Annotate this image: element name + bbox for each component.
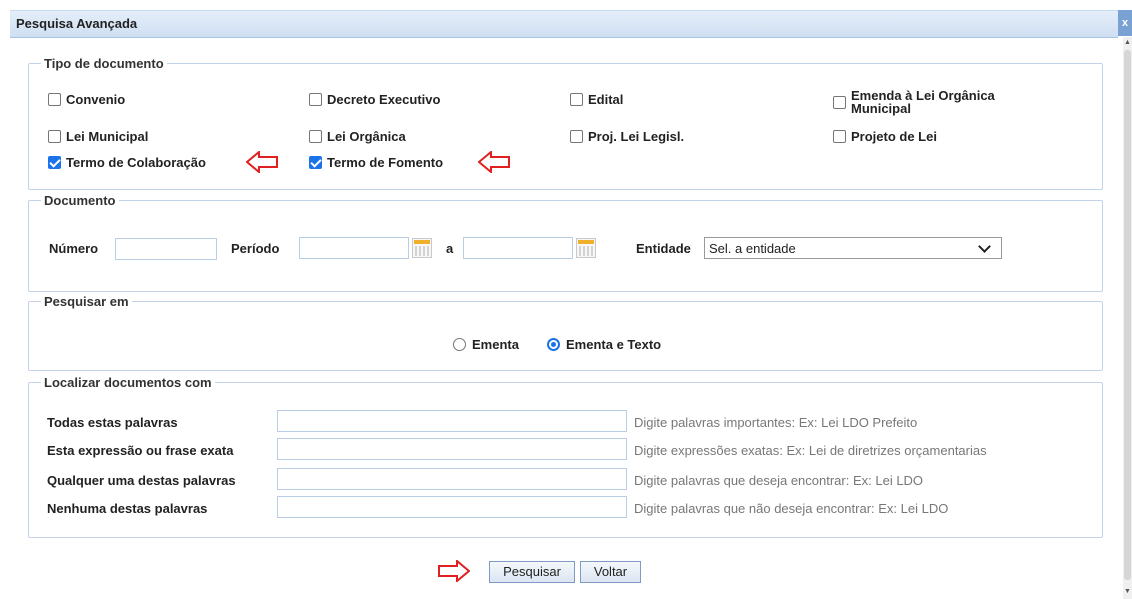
periodo-fim-input[interactable]: [463, 237, 573, 259]
scroll-down-icon[interactable]: ▼: [1123, 586, 1132, 598]
entidade-selected-value: Sel. a entidade: [709, 240, 796, 256]
qualquer-palavra-hint: Digite palavras que deseja encontrar: Ex…: [634, 473, 924, 488]
entidade-label: Entidade: [636, 241, 691, 256]
pesquisar-button[interactable]: Pesquisar: [489, 561, 575, 583]
checkbox-box[interactable]: [833, 130, 846, 143]
checkbox-emenda-lei-organica[interactable]: Emenda à Lei Orgânica Municipal: [833, 89, 1043, 115]
dialog-title: Pesquisa Avançada: [16, 16, 138, 31]
checkbox-label: Lei Orgânica: [327, 129, 406, 144]
pesquisar-em-group: Pesquisar em: [28, 294, 1103, 371]
frase-exata-hint: Digite expressões exatas: Ex: Lei de dir…: [634, 443, 987, 458]
checkbox-lei-municipal[interactable]: Lei Municipal: [48, 129, 148, 144]
periodo-separator: a: [446, 241, 454, 256]
checkbox-box[interactable]: [570, 130, 583, 143]
checkbox-termo-de-fomento[interactable]: Termo de Fomento: [309, 155, 443, 170]
checkbox-box[interactable]: [309, 156, 322, 169]
checkbox-label: Projeto de Lei: [851, 129, 937, 144]
checkbox-label: Edital: [588, 92, 624, 107]
radio-label: Ementa e Texto: [566, 337, 662, 352]
checkbox-box[interactable]: [833, 95, 846, 109]
calendar-icon[interactable]: [412, 238, 432, 258]
checkbox-label: Convenio: [66, 92, 126, 107]
checkbox-label: Decreto Executivo: [327, 92, 441, 107]
scrollbar-thumb[interactable]: [1124, 50, 1131, 580]
checkbox-label: Termo de Fomento: [327, 155, 444, 170]
annotation-arrow-icon: [438, 560, 470, 582]
radio-circle[interactable]: [453, 338, 466, 351]
close-button[interactable]: x: [1118, 10, 1132, 36]
dialog-title-bar: Pesquisa Avançada: [10, 10, 1118, 38]
nenhuma-palavra-hint: Digite palavras que não deseja encontrar…: [634, 501, 949, 516]
checkbox-label: Proj. Lei Legisl.: [588, 129, 685, 144]
todas-palavras-input[interactable]: [277, 410, 627, 432]
nenhuma-palavra-label: Nenhuma destas palavras: [47, 501, 208, 516]
checkbox-label: Emenda à Lei Orgânica Municipal: [851, 88, 995, 116]
localizar-legend: Localizar documentos com: [44, 375, 212, 390]
voltar-button[interactable]: Voltar: [580, 561, 641, 583]
checkbox-projeto-de-lei[interactable]: Projeto de Lei: [833, 129, 937, 144]
todas-palavras-label: Todas estas palavras: [47, 415, 178, 430]
checkbox-convenio[interactable]: Convenio: [48, 92, 125, 107]
annotation-arrow-icon: [478, 151, 510, 173]
pesquisar-em-legend: Pesquisar em: [44, 294, 129, 309]
documento-legend: Documento: [44, 193, 116, 208]
radio-ementa[interactable]: Ementa: [453, 337, 519, 352]
checkbox-label: Lei Municipal: [66, 129, 149, 144]
calendar-icon[interactable]: [576, 238, 596, 258]
frase-exata-label: Esta expressão ou frase exata: [47, 443, 234, 458]
checkbox-box[interactable]: [309, 93, 322, 106]
frase-exata-input[interactable]: [277, 438, 627, 460]
numero-label: Número: [49, 241, 99, 256]
radio-ementa-e-texto[interactable]: Ementa e Texto: [547, 337, 661, 352]
checkbox-box[interactable]: [309, 130, 322, 143]
checkbox-box[interactable]: [48, 156, 61, 169]
entidade-select[interactable]: Sel. a entidade: [704, 237, 1002, 259]
qualquer-palavra-label: Qualquer uma destas palavras: [47, 473, 236, 488]
periodo-label: Período: [231, 241, 280, 256]
radio-circle[interactable]: [547, 338, 560, 351]
nenhuma-palavra-input[interactable]: [277, 496, 627, 518]
checkbox-label: Termo de Colaboração: [66, 155, 206, 170]
checkbox-proj-lei-legisl[interactable]: Proj. Lei Legisl.: [570, 129, 684, 144]
checkbox-box[interactable]: [48, 130, 61, 143]
annotation-arrow-icon: [246, 151, 278, 173]
todas-palavras-hint: Digite palavras importantes: Ex: Lei LDO…: [634, 415, 918, 430]
checkbox-decreto-executivo[interactable]: Decreto Executivo: [309, 92, 440, 107]
chevron-down-icon: [978, 239, 991, 253]
periodo-inicio-input[interactable]: [299, 237, 409, 259]
checkbox-termo-de-colaboracao[interactable]: Termo de Colaboração: [48, 155, 206, 170]
radio-label: Ementa: [472, 337, 519, 352]
checkbox-box[interactable]: [570, 93, 583, 106]
checkbox-lei-organica[interactable]: Lei Orgânica: [309, 129, 406, 144]
scroll-up-icon[interactable]: ▲: [1123, 37, 1132, 49]
qualquer-palavra-input[interactable]: [277, 468, 627, 490]
numero-input[interactable]: [115, 238, 217, 260]
checkbox-box[interactable]: [48, 93, 61, 106]
checkbox-edital[interactable]: Edital: [570, 92, 623, 107]
tipo-documento-legend: Tipo de documento: [44, 56, 164, 71]
